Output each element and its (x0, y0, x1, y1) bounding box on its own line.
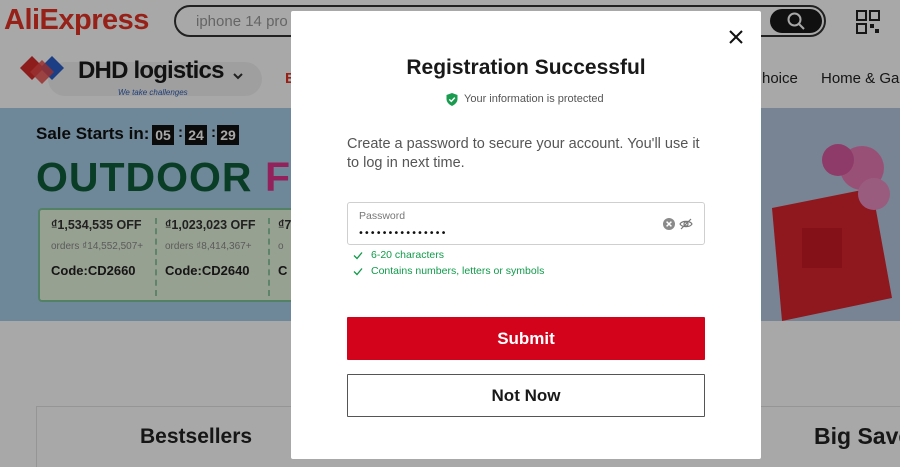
registration-modal: Registration Successful Your information… (291, 11, 761, 459)
modal-title: Registration Successful (406, 56, 646, 79)
rule-text: Contains numbers, letters or symbols (371, 265, 545, 277)
eye-off-icon[interactable] (679, 217, 693, 231)
submit-button[interactable]: Submit (347, 317, 705, 360)
password-rule: Contains numbers, letters or symbols (353, 265, 544, 277)
check-icon (353, 267, 363, 275)
clear-icon[interactable] (662, 217, 676, 231)
protection-note: Your information is protected (446, 91, 604, 107)
rule-text: 6-20 characters (371, 249, 444, 261)
password-field[interactable]: Password (347, 202, 705, 245)
close-icon[interactable] (726, 27, 746, 47)
protection-text: Your information is protected (464, 93, 604, 105)
shield-check-icon (446, 92, 458, 106)
modal-description: Create a password to secure your account… (347, 136, 700, 171)
password-rule: 6-20 characters (353, 249, 444, 261)
check-icon (353, 251, 363, 259)
password-input[interactable] (358, 225, 638, 241)
password-label: Password (359, 210, 406, 222)
not-now-button[interactable]: Not Now (347, 374, 705, 417)
